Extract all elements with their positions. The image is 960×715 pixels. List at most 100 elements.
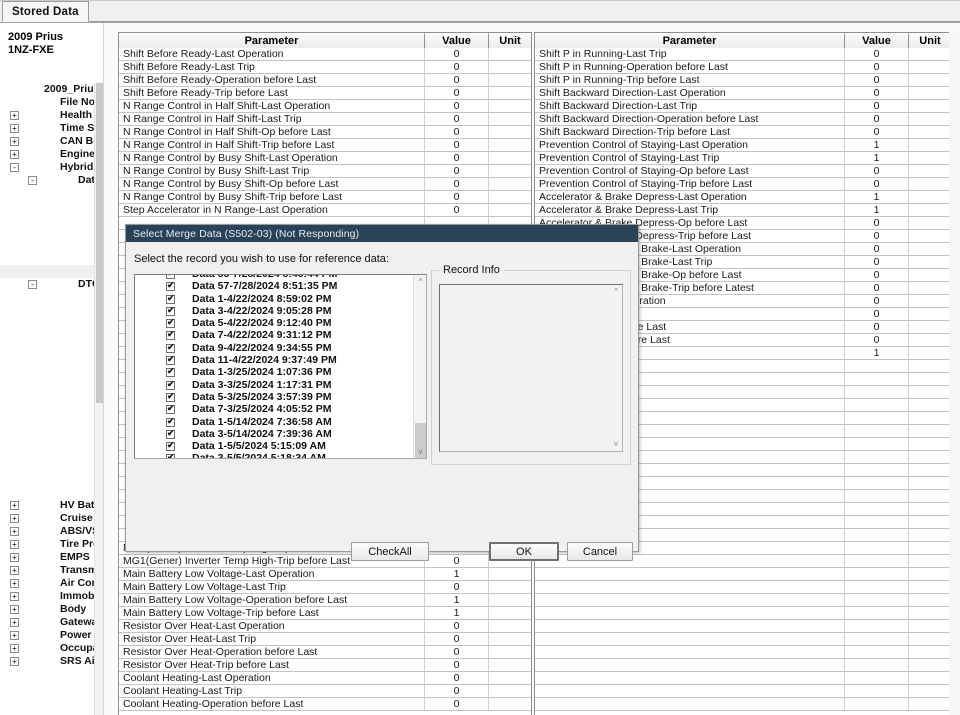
tree-item[interactable]: Health [0,343,103,356]
table-row[interactable]: Accelerator & Brake Depress-Last Trip 1 [535,204,951,217]
tree-item[interactable]: +ABS/VSC/TRA [0,525,103,538]
tree-scrollbar[interactable] [94,83,103,715]
table-row[interactable]: Shift Before Ready-Last Trip 0 [119,61,531,74]
table-row[interactable]: Shift P in Running-Operation before Last… [535,61,951,74]
table-row[interactable]: Accelerator & Brake Depress-Last Operati… [535,191,951,204]
table-row[interactable]: Coolant Heating-Last Operation 0 [119,672,531,685]
table-row[interactable]: Shift Before Ready-Operation before Last… [119,74,531,87]
table-row[interactable]: Prevention Control of Staying-Last Opera… [535,139,951,152]
tree-item[interactable]: +Transmission [0,564,103,577]
table-row[interactable]: Prevention Control of Staying-Last Trip 1 [535,152,951,165]
tree-item[interactable]: Health [0,369,103,382]
table-row[interactable]: N Range Control in Half Shift-Op before … [119,126,531,139]
tree-item[interactable]: Operation [0,226,103,239]
record-info-scroll-down-icon[interactable]: v [610,438,622,450]
table-row[interactable]: Resistor Over Heat-Last Operation 0 [119,620,531,633]
tree-item[interactable]: +Tire Pressure [0,538,103,551]
list-item[interactable]: Data 7-3/25/2024 4:05:52 PM [135,403,412,415]
list-item[interactable]: Data 9-4/22/2024 9:34:55 PM [135,342,412,354]
tree-item[interactable]: + Body [0,603,103,616]
table-row[interactable] [535,698,951,711]
tree-item[interactable]: Health [0,395,103,408]
tree-item[interactable]: Health [0,317,103,330]
tree-item[interactable]: + Gateway [0,616,103,629]
tree-item[interactable]: Health [0,473,103,486]
column-header-value[interactable]: Value [845,33,909,48]
record-checkbox[interactable] [166,391,175,402]
tree-item[interactable]: +Air Condition [0,577,103,590]
tree-expand-icon[interactable]: + [10,605,19,614]
record-checkbox[interactable] [166,342,175,353]
record-checkbox[interactable] [166,428,175,439]
list-item[interactable]: Data 3-5/14/2024 7:39:36 AM [135,428,412,440]
table-row[interactable]: Shift P in Running-Trip before Last 0 [535,74,951,87]
tree-expand-icon[interactable]: + [10,566,19,575]
tree-expand-icon[interactable]: + [10,501,19,510]
table-row[interactable] [535,659,951,672]
tree-item[interactable]: Health [0,408,103,421]
list-item[interactable]: Data 1-5/14/2024 7:36:58 AM [135,416,412,428]
record-checkbox[interactable] [166,452,175,458]
table-row[interactable]: Step Accelerator in N Range-Last Operati… [119,204,531,217]
tree-item[interactable]: Operation [0,265,103,278]
tree-item[interactable]: +Health Check [0,109,103,122]
tree-item[interactable]: +Time Stamp [0,122,103,135]
tree-item[interactable]: Health [0,291,103,304]
record-checkbox[interactable] [166,379,175,390]
table-row[interactable]: Resistor Over Heat-Trip before Last 0 [119,659,531,672]
table-row[interactable]: N Range Control by Busy Shift-Trip befor… [119,191,531,204]
tree-item[interactable]: -Data List [0,174,103,187]
record-list[interactable]: Data 55-7/28/2024 8:46:44 PMData 57-7/28… [135,275,412,458]
tree-item[interactable]: +SRS Airbag [0,655,103,668]
tree-item[interactable]: Data 3- [0,200,103,213]
tab-stored-data[interactable]: Stored Data [2,1,89,22]
record-checkbox[interactable] [166,354,175,366]
tree-expand-icon[interactable]: + [10,124,19,133]
table-row[interactable]: Prevention Control of Staying-Op before … [535,165,951,178]
dialog-title-bar[interactable]: Select Merge Data (S502-03) (Not Respond… [126,225,638,242]
tree-expand-icon[interactable]: + [10,540,19,549]
table-row[interactable] [535,646,951,659]
table-row[interactable] [535,672,951,685]
list-item[interactable]: Data 5-4/22/2024 9:12:40 PM [135,317,412,329]
table-row[interactable]: Resistor Over Heat-Last Trip 0 [119,633,531,646]
record-checkbox[interactable] [166,366,175,378]
table-row[interactable]: Main Battery Low Voltage-Trip before Las… [119,607,531,620]
ok-button[interactable]: OK [489,542,559,561]
list-item[interactable]: Data 1-4/22/2024 8:59:02 PM [135,293,412,305]
table-row[interactable]: Main Battery Low Voltage-Last Operation 1 [119,568,531,581]
table-row[interactable] [535,568,951,581]
main-grid-scrollbar[interactable] [949,32,959,715]
tree-item[interactable]: Operation [0,239,103,252]
record-checkbox[interactable] [166,275,175,279]
tree-item[interactable]: -Hybrid Control [0,161,103,174]
table-row[interactable]: N Range Control by Busy Shift-Last Trip 0 [119,165,531,178]
table-row[interactable]: N Range Control by Busy Shift-Last Opera… [119,152,531,165]
column-header-parameter[interactable]: Parameter [535,33,845,48]
table-row[interactable]: Shift Before Ready-Trip before Last 0 [119,87,531,100]
list-item[interactable]: Data 3-5/5/2024 5:18:34 AM [135,452,412,458]
tree-item[interactable]: Health [0,382,103,395]
column-header-unit[interactable]: Unit [909,33,951,48]
tree-item[interactable]: +Power Source [0,629,103,642]
table-row[interactable]: Resistor Over Heat-Operation before Last… [119,646,531,659]
list-item[interactable]: Data 5-3/25/2024 3:57:39 PM [135,391,412,403]
navigation-tree[interactable]: 2009_Prius_1NZ-File Notes+Health Check+T… [0,83,103,715]
tree-expand-icon[interactable]: + [10,618,19,627]
record-list-scrollbar[interactable]: ^ v [413,275,426,458]
list-item[interactable]: Data 3-3/25/2024 1:17:31 PM [135,379,412,391]
table-row[interactable]: N Range Control in Half Shift-Trip befor… [119,139,531,152]
record-info-textarea[interactable]: ^ v [439,284,623,452]
tree-item[interactable]: 2009_Prius_1NZ- [0,83,103,96]
list-item[interactable]: Data 1-5/5/2024 5:15:09 AM [135,440,412,452]
tree-item[interactable]: +Cruise Control [0,512,103,525]
tree-collapse-icon[interactable]: - [28,176,37,185]
record-checkbox[interactable] [166,305,175,316]
table-row[interactable]: Main Battery Low Voltage-Last Trip 0 [119,581,531,594]
tree-item[interactable]: Health [0,434,103,447]
table-row[interactable] [535,581,951,594]
table-row[interactable]: N Range Control in Half Shift-Last Opera… [119,100,531,113]
tree-expand-icon[interactable]: + [10,527,19,536]
table-row[interactable]: Prevention Control of Staying-Trip befor… [535,178,951,191]
table-row[interactable] [535,607,951,620]
